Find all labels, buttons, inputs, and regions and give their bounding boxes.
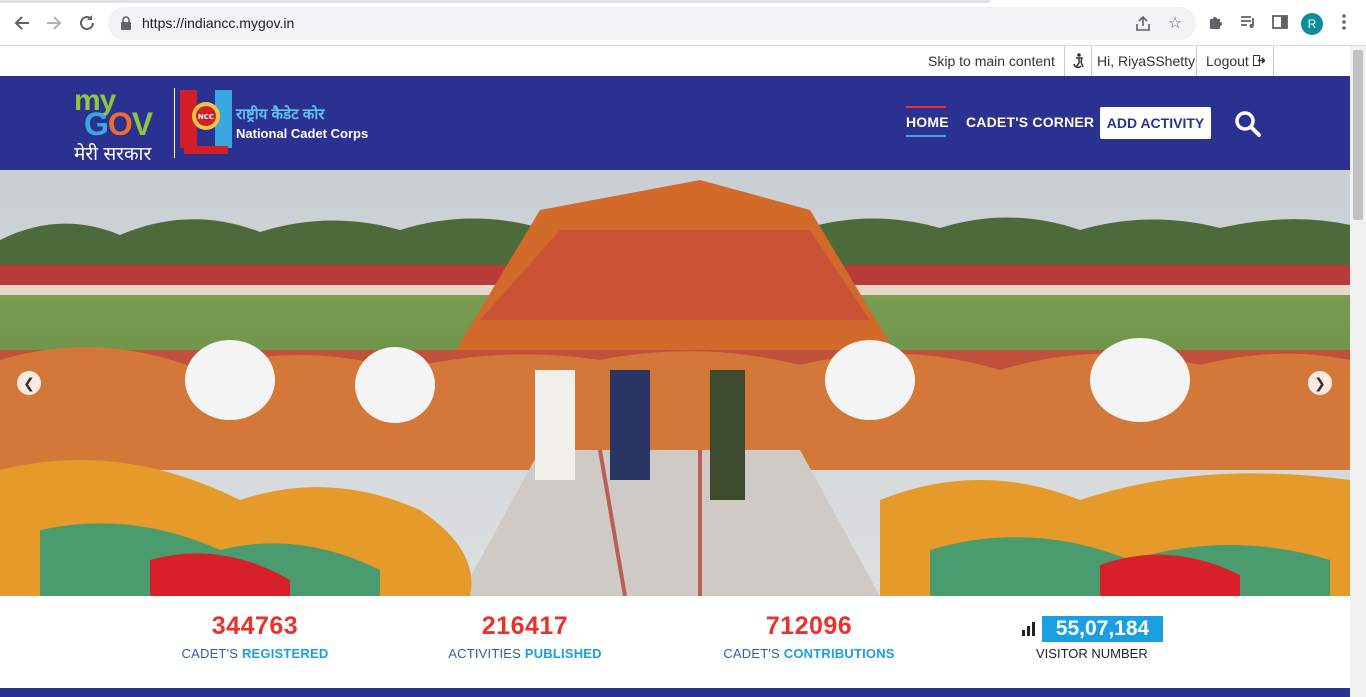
search-icon[interactable] bbox=[1234, 110, 1262, 138]
active-indicator-top bbox=[906, 106, 946, 108]
divider bbox=[1196, 46, 1197, 76]
web-page: Skip to main content Hi, RiyaSShetty Log… bbox=[0, 46, 1350, 697]
stats-section: 344763 CADET'S REGISTERED 216417 ACTIVIT… bbox=[0, 596, 1350, 688]
lock-icon[interactable] bbox=[120, 16, 132, 30]
back-arrow-icon[interactable] bbox=[11, 12, 33, 34]
hero-image bbox=[0, 170, 1350, 596]
logo-divider bbox=[174, 88, 175, 158]
side-panel-icon[interactable] bbox=[1270, 13, 1290, 33]
stat-activities-value: 216417 bbox=[481, 612, 569, 640]
accessibility-icon[interactable] bbox=[1070, 46, 1088, 76]
logout-icon bbox=[1252, 55, 1266, 66]
carousel-next-button[interactable]: ❯ bbox=[1308, 371, 1332, 395]
browser-toolbar: https://indiancc.mygov.in ☆ R bbox=[0, 0, 1366, 46]
divider bbox=[1273, 46, 1274, 76]
profile-avatar[interactable]: R bbox=[1301, 13, 1323, 35]
ncc-title-hindi: राष्ट्रीय कैडेट कोर bbox=[236, 106, 325, 123]
ncc-badge-text: NCC bbox=[198, 113, 214, 121]
ncc-emblem-icon[interactable]: NCC bbox=[180, 86, 232, 158]
url-text[interactable]: https://indiancc.mygov.in bbox=[142, 15, 294, 31]
next-section-edge bbox=[0, 688, 1350, 697]
divider bbox=[1064, 46, 1065, 76]
stat-registered-label: CADET'S REGISTERED bbox=[181, 646, 329, 661]
bar-chart-icon bbox=[1022, 622, 1035, 636]
mygov-logo[interactable]: my GOV मेरी सरकार bbox=[72, 84, 168, 165]
media-queue-icon[interactable] bbox=[1238, 13, 1258, 33]
utility-bar: Skip to main content Hi, RiyaSShetty Log… bbox=[0, 46, 1350, 76]
ncc-title-english: National Cadet Corps bbox=[236, 126, 369, 141]
active-indicator-bottom bbox=[906, 135, 946, 137]
logo-gov-text: GOV bbox=[84, 106, 153, 142]
stat-registered-value: 344763 bbox=[211, 612, 299, 640]
add-activity-button[interactable]: ADD ACTIVITY bbox=[1100, 107, 1211, 139]
stat-activities: 216417 ACTIVITIES PUBLISHED bbox=[425, 612, 625, 661]
scrollbar-thumb[interactable] bbox=[1353, 50, 1363, 220]
tab-strip-edge bbox=[0, 0, 990, 3]
puzzle-icon[interactable] bbox=[1206, 13, 1226, 33]
divider bbox=[1091, 46, 1092, 76]
nav-cadets-corner[interactable]: CADET'S CORNER bbox=[966, 114, 1094, 130]
logout-label: Logout bbox=[1206, 53, 1249, 69]
site-header: my GOV मेरी सरकार NCC राष्ट्रीय कैडेट को… bbox=[0, 76, 1350, 170]
logo-hindi-text: मेरी सरकार bbox=[74, 144, 152, 165]
ncc-title[interactable]: राष्ट्रीय कैडेट कोर National Cadet Corps bbox=[236, 104, 368, 141]
share-icon[interactable] bbox=[1134, 15, 1152, 33]
forward-arrow-icon[interactable] bbox=[43, 12, 65, 34]
hero-carousel[interactable]: ❮ ❯ bbox=[0, 170, 1350, 596]
stat-activities-label: ACTIVITIES PUBLISHED bbox=[448, 646, 602, 661]
visitor-label: VISITOR NUMBER bbox=[1036, 646, 1148, 661]
stat-contributions-value: 712096 bbox=[765, 612, 853, 640]
star-icon[interactable]: ☆ bbox=[1166, 15, 1184, 33]
user-greeting[interactable]: Hi, RiyaSShetty bbox=[1097, 46, 1195, 76]
page-scrollbar[interactable] bbox=[1350, 46, 1366, 697]
stat-contributions: 712096 CADET'S CONTRIBUTIONS bbox=[709, 612, 909, 661]
stat-contributions-label: CADET'S CONTRIBUTIONS bbox=[723, 646, 895, 661]
stat-registered: 344763 CADET'S REGISTERED bbox=[155, 612, 355, 661]
address-bar[interactable]: https://indiancc.mygov.in ☆ bbox=[108, 7, 1196, 40]
carousel-prev-button[interactable]: ❮ bbox=[17, 371, 41, 395]
nav-home-label: HOME bbox=[906, 114, 949, 130]
visitor-count: 55,07,184 bbox=[1042, 616, 1163, 642]
skip-to-main-link[interactable]: Skip to main content bbox=[928, 46, 1055, 76]
nav-home[interactable]: HOME bbox=[906, 106, 949, 137]
kebab-menu-icon[interactable] bbox=[1334, 13, 1354, 33]
reload-icon[interactable] bbox=[76, 12, 98, 34]
logout-link[interactable]: Logout bbox=[1206, 46, 1266, 76]
